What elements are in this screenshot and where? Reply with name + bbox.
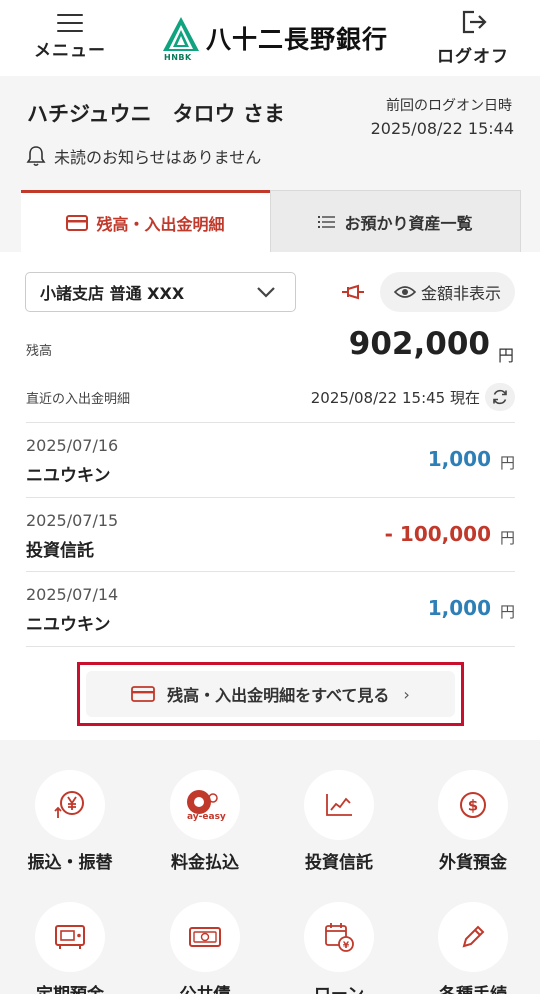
balance-unit: 円 [497, 346, 514, 365]
eye-icon [393, 286, 416, 298]
svg-text:ay-easy: ay-easy [187, 812, 226, 822]
menu-public-bonds[interactable]: 公共債 [150, 902, 260, 994]
view-all-label: 残高・入出金明細をすべて見る [167, 686, 390, 705]
balance-label: 残高 [26, 344, 53, 359]
last-logon-time: 2025/08/22 15:44 [370, 119, 514, 138]
transaction-unit: 円 [499, 529, 515, 547]
svg-text:$: $ [468, 797, 478, 815]
card-icon [131, 686, 156, 702]
dollar-coin-icon: $ [460, 792, 486, 818]
refresh-icon [493, 389, 507, 405]
hide-amount-button[interactable]: 金額非表示 [380, 272, 515, 312]
pay-easy-icon: ay-easy [187, 790, 226, 822]
bank-logo: HNBK 八十二長野銀行 [162, 16, 389, 62]
transaction-row[interactable]: 2025/07/14 ニユウキン 1,000 円 [26, 571, 515, 645]
logout-label: ログオフ [437, 47, 509, 67]
bank-logo-mark-icon: HNBK [162, 16, 200, 62]
hide-amount-label: 金額非表示 [420, 284, 501, 303]
svg-text:¥: ¥ [343, 941, 350, 951]
transaction-amount: - 100,000 [384, 522, 491, 546]
menu-loan-label: ローン [284, 980, 394, 994]
tab-balance-statement-label: 残高・入出金明細 [96, 214, 225, 234]
chart-line-icon [326, 794, 352, 816]
account-select-value: 小諸支店 普通 XXX [40, 284, 185, 303]
menu-bill-payment-label: 料金払込 [171, 853, 239, 873]
menu-loan[interactable]: ¥ ローン [284, 902, 394, 994]
app-header: メニュー HNBK 八十二長野銀行 ログオフ [0, 0, 540, 76]
logo-sub-text: HNBK [164, 53, 192, 62]
tab-asset-list[interactable]: お預かり資産一覧 [270, 190, 521, 252]
user-name: ハチジュウニ タロウ さま [27, 102, 285, 126]
notice-row[interactable]: 未読のお知らせはありません [26, 144, 261, 168]
menu-procedures[interactable]: 各種手続 [418, 902, 528, 994]
menu-time-deposit-label: 定期預金 [15, 980, 125, 994]
logout-button[interactable]: ログオフ [434, 8, 512, 67]
divider [26, 646, 515, 647]
transaction-description: 投資信託 [26, 541, 94, 561]
transaction-amount: 1,000 [427, 447, 491, 471]
menu-label: メニュー [34, 41, 106, 61]
view-all-statements-button[interactable]: 残高・入出金明細をすべて見る › [86, 671, 455, 717]
recent-statement-time: 2025/08/22 15:45 現在 [310, 389, 480, 407]
menu-investment-trust-label: 投資信託 [305, 853, 373, 873]
transaction-description: ニユウキン [26, 466, 111, 486]
pencil-icon [462, 925, 485, 948]
bank-name: 八十二長野銀行 [206, 25, 389, 54]
menu-transfer-label: 振込・振替 [27, 853, 113, 873]
menu-transfer[interactable]: 振込・振替 [15, 770, 125, 873]
menu-public-bonds-label: 公共債 [150, 980, 260, 994]
safe-icon [55, 925, 85, 949]
transaction-amount: 1,000 [427, 596, 491, 620]
tab-balance-statement[interactable]: 残高・入出金明細 [21, 190, 270, 252]
calendar-yen-icon: ¥ [325, 923, 354, 952]
chevron-down-icon [257, 287, 275, 298]
pin-icon[interactable] [340, 282, 366, 306]
logout-icon [462, 10, 487, 34]
notice-text: 未読のお知らせはありません [54, 148, 262, 167]
bell-icon [26, 146, 46, 167]
list-icon [318, 215, 336, 228]
chevron-right-icon: › [403, 684, 410, 704]
last-logon-label: 前回のログオン日時 [386, 98, 512, 114]
transaction-date: 2025/07/16 [26, 436, 119, 455]
balance-value: 902,000 [348, 326, 490, 362]
menu-button[interactable]: メニュー [34, 10, 106, 61]
transfer-yen-icon [54, 791, 84, 818]
transaction-unit: 円 [499, 603, 515, 621]
recent-statement-label: 直近の入出金明細 [26, 392, 131, 407]
transaction-row[interactable]: 2025/07/16 ニユウキン 1,000 円 [26, 422, 515, 496]
menu-procedures-label: 各種手続 [418, 980, 528, 994]
transaction-date: 2025/07/14 [26, 585, 119, 604]
menu-time-deposit[interactable]: 定期預金 [15, 902, 125, 994]
refresh-button[interactable] [485, 383, 515, 411]
card-icon [66, 214, 89, 231]
account-select[interactable]: 小諸支店 普通 XXX [25, 272, 296, 312]
hamburger-icon [57, 12, 83, 32]
bond-bill-icon [189, 927, 221, 947]
transaction-row[interactable]: 2025/07/15 投資信託 - 100,000 円 [26, 497, 515, 571]
view-all-statements-highlight: 残高・入出金明細をすべて見る › [77, 662, 464, 726]
menu-bill-payment[interactable]: ay-easy 料金払込 [150, 770, 260, 873]
transaction-description: ニユウキン [26, 615, 111, 635]
tab-asset-list-label: お預かり資産一覧 [344, 213, 473, 233]
transaction-date: 2025/07/15 [26, 511, 119, 530]
menu-foreign-deposit[interactable]: $ 外貨預金 [418, 770, 528, 873]
menu-foreign-deposit-label: 外貨預金 [439, 853, 507, 873]
transaction-unit: 円 [499, 454, 515, 472]
menu-investment-trust[interactable]: 投資信託 [284, 770, 394, 873]
